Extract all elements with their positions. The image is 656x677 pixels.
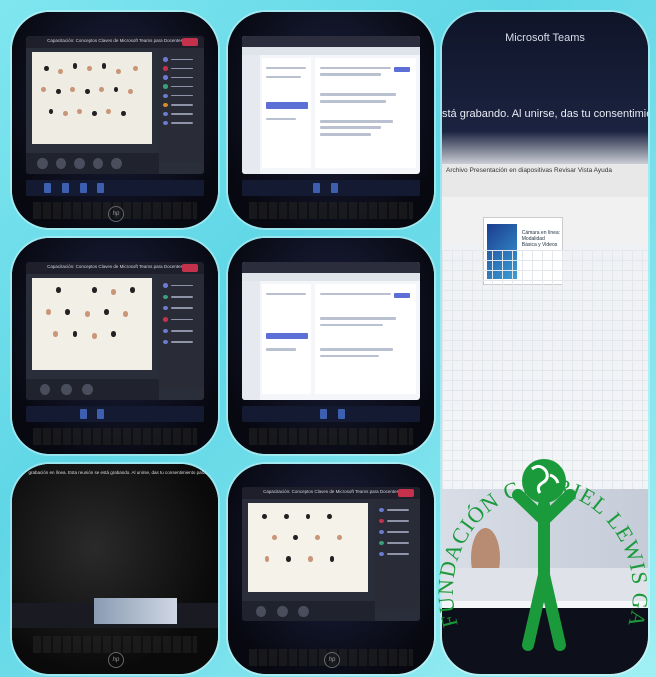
consent-banner: stá grabando. Al unirse, das tu consenti…: [442, 107, 648, 120]
meeting-title: Capacitación: Conceptos Claves de Micros…: [26, 261, 204, 275]
recording-banner: grabación en línea. Esta reunión se está…: [28, 470, 218, 476]
slide-text: Cámara en línea: Modalidad Básica y Vide…: [521, 230, 561, 249]
meeting-title: Capacitación: Conceptos Claves de Micros…: [26, 35, 204, 49]
teams-posts-screen: [242, 35, 420, 174]
windows-taskbar: [26, 180, 204, 196]
together-mode-gallery: [31, 52, 153, 144]
participants-panel: [159, 48, 204, 162]
foundation-logo: FUNDACIÓN GABRIEL LEWIS GALINDO: [428, 425, 652, 651]
photo-teams-gallery-3: Capacitación: Conceptos Claves de Micros…: [228, 464, 434, 674]
photo-teams-gallery-2: Capacitación: Conceptos Claves de Micros…: [12, 238, 218, 454]
teams-title: Microsoft Teams: [505, 31, 585, 44]
photo-teams-posts-2: [228, 238, 434, 454]
ribbon-menu: Archivo Presentación en diapositivas Rev…: [442, 164, 648, 198]
leave-button: [182, 37, 199, 47]
laptop-screen: Capacitación: Conceptos Claves de Micros…: [26, 35, 204, 174]
hp-logo: hp: [324, 651, 340, 668]
photo-teams-gallery-1: Capacitación: Conceptos Claves de Micros…: [12, 12, 218, 228]
person-figure-icon: [512, 489, 576, 651]
hp-logo: hp: [108, 205, 124, 222]
hp-logo: hp: [108, 651, 124, 668]
photo-blurred-screen: grabación en línea. Esta reunión se está…: [12, 464, 218, 674]
meeting-controls: [26, 153, 160, 174]
photo-teams-posts-1: [228, 12, 434, 228]
meeting-title: Capacitación: Conceptos Claves de Micros…: [242, 487, 420, 500]
